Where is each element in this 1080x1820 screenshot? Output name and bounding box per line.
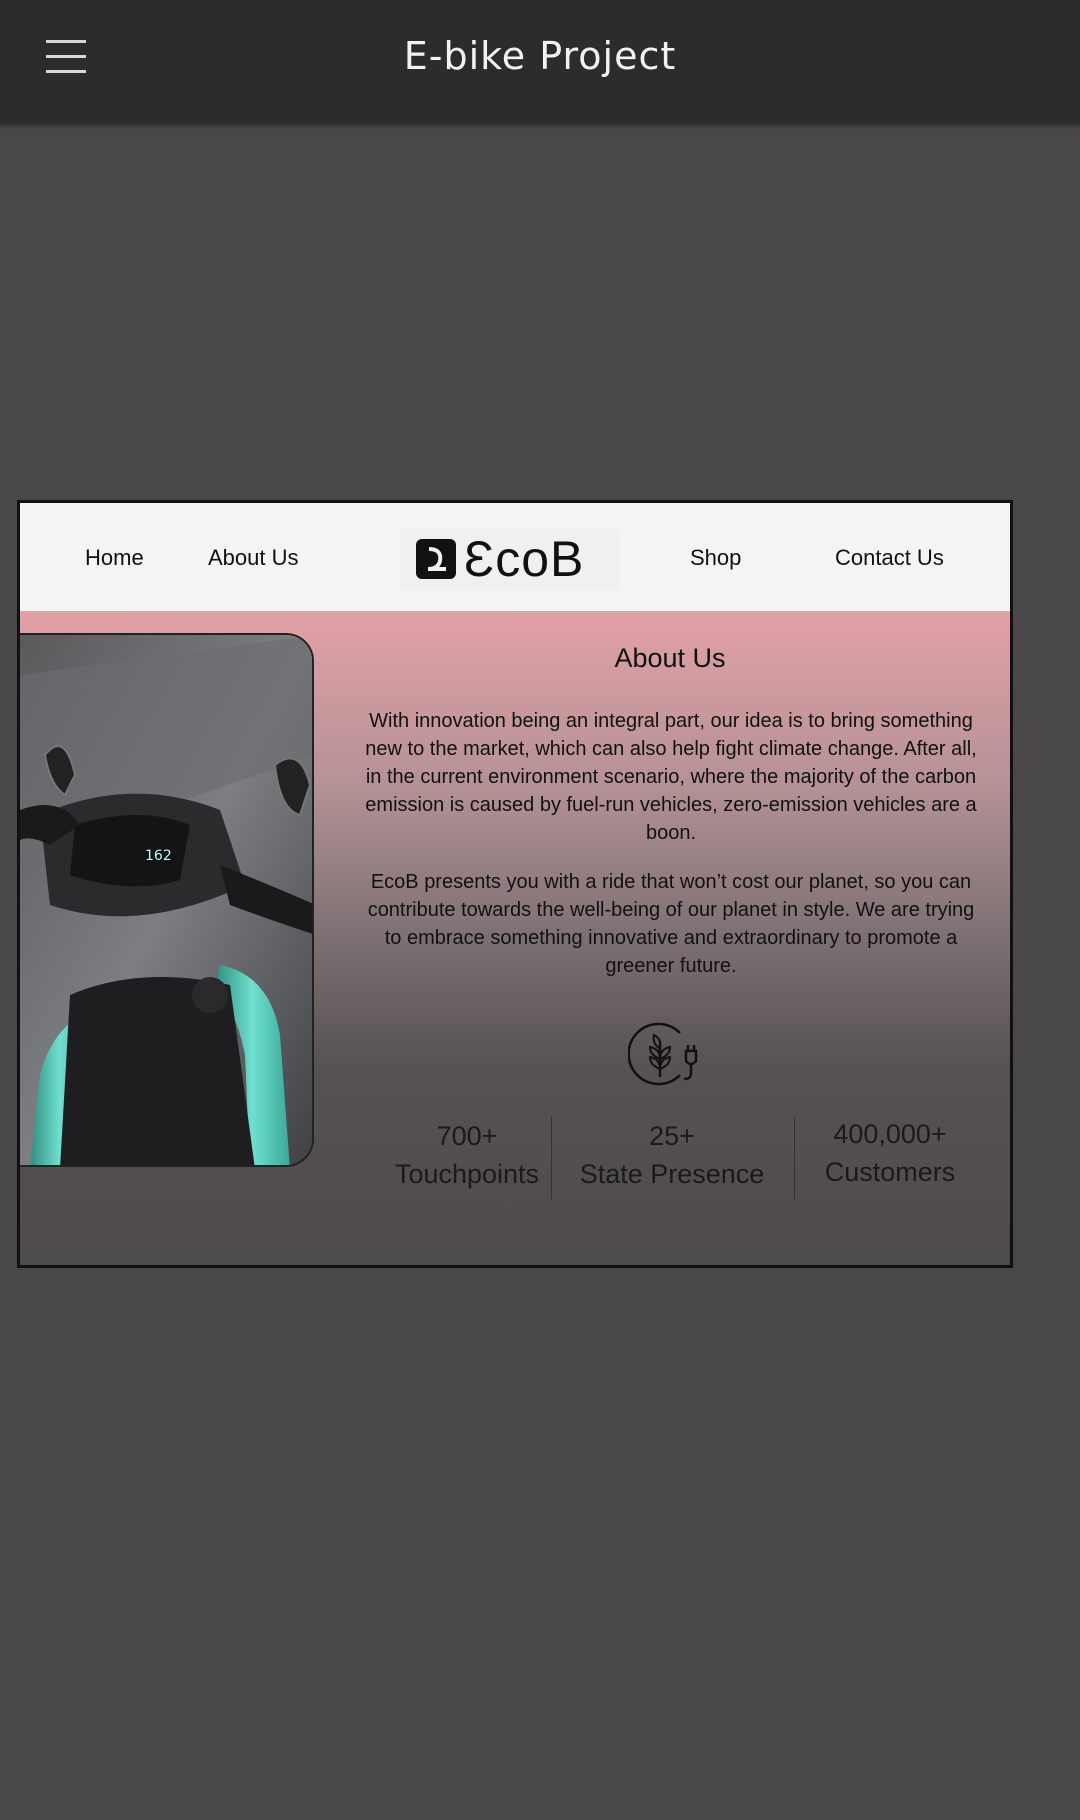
app-title: E-bike Project [403,34,677,78]
stat-label: Touchpoints [394,1159,540,1189]
dashboard-speed-readout: 162 [145,848,172,864]
about-heading: About Us [614,643,726,673]
scooter-photo: 162 [20,633,314,1167]
eco-plant-plug-icon [627,1019,708,1089]
app-bar: E-bike Project [0,0,1080,124]
logo-text: ƐcoB [464,531,585,587]
stat-value: 25+ [649,1121,695,1151]
stat-value: 700+ [436,1121,498,1151]
nav-link-shop[interactable]: Shop [690,545,741,571]
nav-link-home[interactable]: Home [85,545,144,571]
about-paragraph-1: With innovation being an integral part, … [365,710,977,844]
logo-mark-icon [416,539,456,579]
about-paragraph-2: EcoB presents you with a ride that won’t… [367,871,975,977]
stat-divider [551,1117,552,1199]
site-navbar: Home About Us ƐcoB Shop Contact Us [20,503,1010,611]
nav-link-contact[interactable]: Contact Us [835,545,944,571]
ecob-logo[interactable]: ƐcoB [400,529,620,589]
stat-state-presence: 25+ State Presence [562,1117,782,1193]
stat-label: Customers [824,1157,956,1187]
stat-value: 400,000+ [833,1119,947,1149]
stat-touchpoints: 700+ Touchpoints [357,1117,577,1193]
nav-link-about[interactable]: About Us [208,545,299,571]
stat-label: State Presence [579,1159,765,1189]
stat-customers: 400,000+ Customers [780,1115,1000,1191]
website-mockup-image: Home About Us ƐcoB Shop Contact Us 162 A… [17,500,1013,1268]
